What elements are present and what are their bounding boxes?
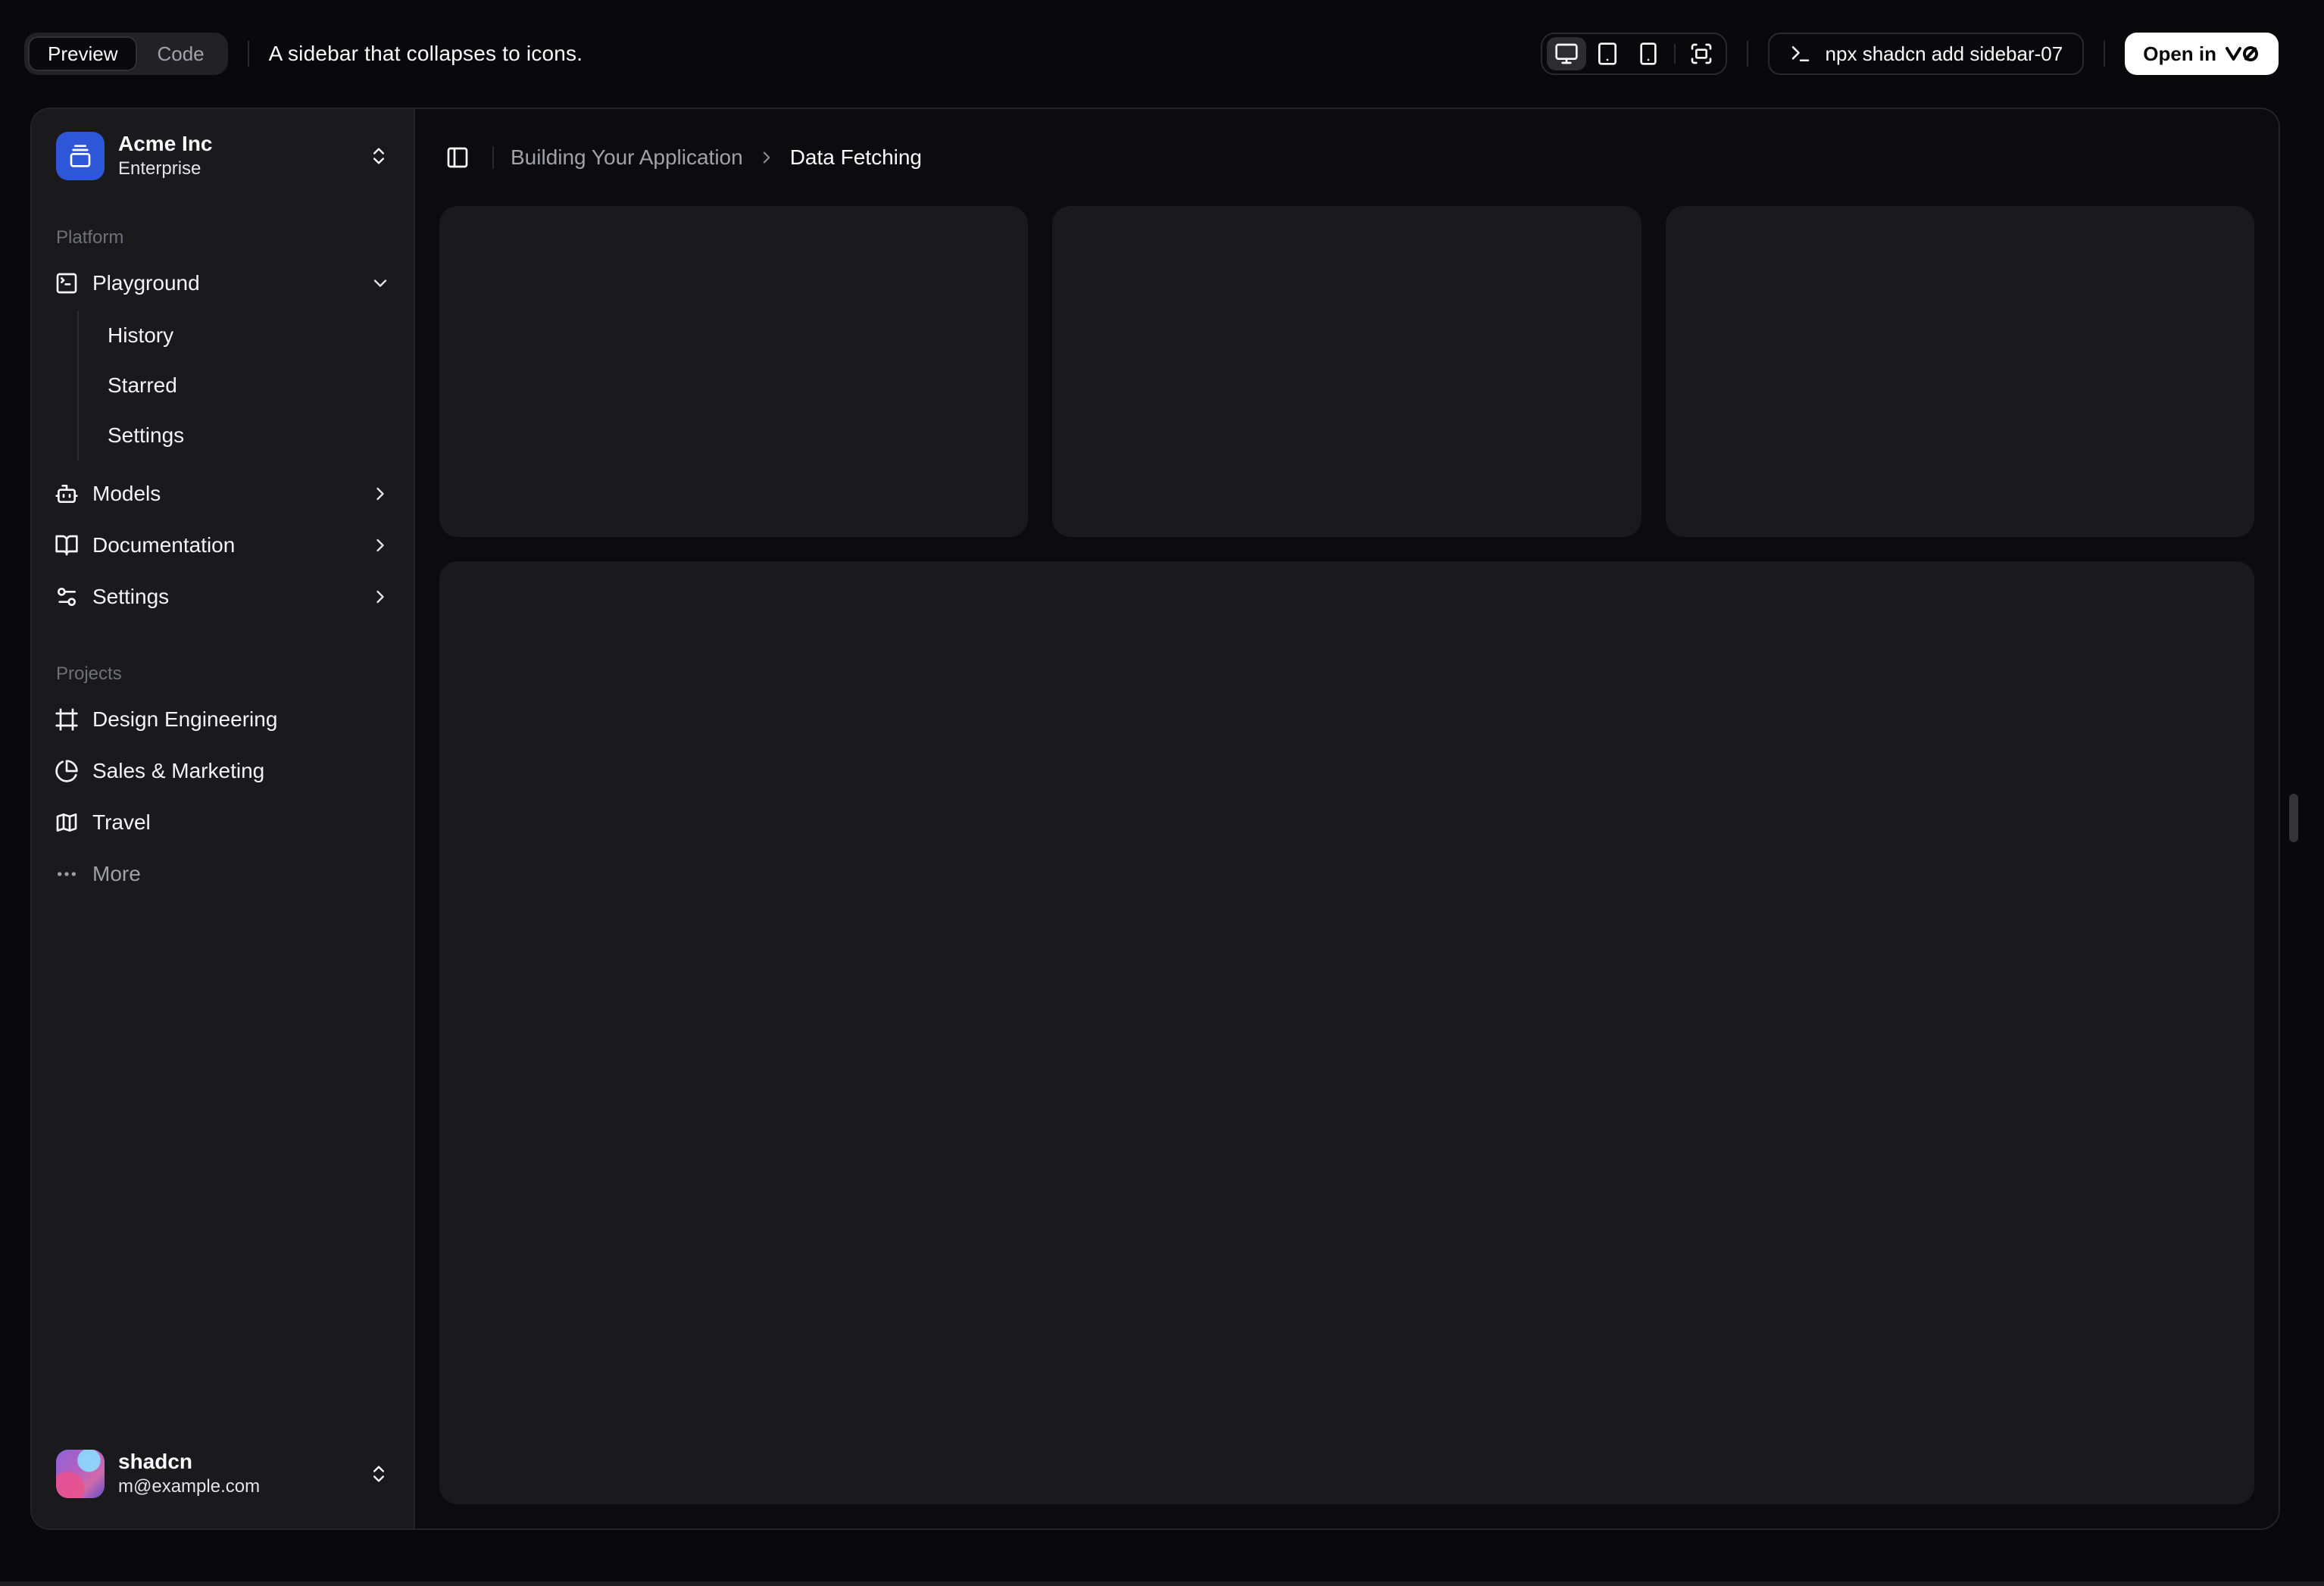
breadcrumb-parent-link[interactable]: Building Your Application bbox=[511, 145, 743, 170]
fullscreen-icon bbox=[1689, 42, 1713, 66]
toolbar: Preview Code A sidebar that collapses to… bbox=[0, 0, 2324, 108]
main-content: Building Your Application Data Fetching bbox=[415, 109, 2279, 1528]
panel-left-icon bbox=[445, 145, 470, 170]
tab-code[interactable]: Code bbox=[137, 36, 223, 71]
gallery-vertical-end-icon bbox=[68, 144, 92, 168]
sidebar-item-more[interactable]: More bbox=[44, 850, 401, 898]
breadcrumb-current-page: Data Fetching bbox=[789, 145, 923, 169]
sidebar-item-label: Playground bbox=[92, 271, 200, 295]
group-label-projects: Projects bbox=[56, 663, 122, 684]
tab-preview[interactable]: Preview bbox=[28, 36, 138, 71]
settings-icon bbox=[55, 585, 79, 609]
chevron-right-icon bbox=[370, 586, 391, 607]
block-preview-panel: Acme Inc Enterprise Platform Playground … bbox=[30, 108, 2280, 1530]
mobile-view-button[interactable] bbox=[1629, 37, 1668, 70]
header-divider bbox=[492, 146, 494, 169]
toolbar-divider bbox=[1746, 41, 1748, 67]
book-open-icon bbox=[55, 533, 79, 557]
user-menu[interactable]: shadcn m@example.com bbox=[44, 1441, 401, 1507]
placeholder-card bbox=[1052, 206, 1641, 538]
sidebar-item-travel[interactable]: Travel bbox=[44, 798, 401, 847]
fullscreen-button[interactable] bbox=[1682, 37, 1721, 70]
smartphone-icon bbox=[1636, 42, 1660, 66]
chevrons-up-down-icon bbox=[368, 145, 389, 167]
breadcrumb: Building Your Application Data Fetching bbox=[511, 145, 922, 170]
sidebar-footer: shadcn m@example.com bbox=[44, 1441, 401, 1507]
chevron-down-icon bbox=[370, 273, 391, 294]
content-area bbox=[415, 206, 2279, 1528]
tablet-view-button[interactable] bbox=[1588, 37, 1627, 70]
content-header: Building Your Application Data Fetching bbox=[415, 109, 2279, 206]
sidebar-toggle-button[interactable] bbox=[439, 139, 476, 176]
sidebar-item-label: Documentation bbox=[92, 533, 236, 557]
sidebar-item-label: Models bbox=[92, 482, 161, 505]
install-command-text: npx shadcn add sidebar-07 bbox=[1825, 42, 2063, 65]
user-email: m@example.com bbox=[118, 1476, 261, 1497]
placeholder-card bbox=[1665, 206, 2254, 538]
toolbar-divider bbox=[247, 41, 249, 67]
device-group-divider bbox=[1673, 44, 1676, 64]
open-in-label: Open in bbox=[2143, 42, 2216, 65]
group-label-platform: Platform bbox=[56, 227, 124, 248]
team-name: Acme Inc bbox=[118, 132, 213, 156]
sidebar-item-label: Sales & Marketing bbox=[92, 759, 265, 782]
next-section-edge bbox=[0, 1581, 2324, 1586]
team-logo bbox=[56, 132, 105, 180]
sidebar-group-platform: Platform Playground History Starred Sett… bbox=[44, 217, 401, 623]
install-command-button[interactable]: npx shadcn add sidebar-07 bbox=[1767, 33, 2085, 75]
app-sidebar: Acme Inc Enterprise Platform Playground … bbox=[32, 109, 415, 1528]
frame-icon bbox=[55, 707, 79, 732]
chevron-right-icon bbox=[370, 483, 391, 504]
preview-resize-handle[interactable] bbox=[2289, 794, 2298, 842]
sidebar-subitem-starred[interactable]: Starred bbox=[95, 362, 401, 409]
device-size-toggle-group bbox=[1540, 33, 1727, 75]
sidebar-item-settings[interactable]: Settings bbox=[44, 573, 401, 621]
sidebar-item-label: More bbox=[92, 862, 141, 885]
v0-logo-icon bbox=[2226, 45, 2260, 63]
view-toggle-group: Preview Code bbox=[24, 33, 228, 75]
team-plan: Enterprise bbox=[118, 158, 201, 180]
user-name: shadcn bbox=[118, 1450, 193, 1474]
chevrons-up-down-icon bbox=[368, 1463, 389, 1485]
playground-submenu: History Starred Settings bbox=[77, 311, 401, 461]
sidebar-subitem-history[interactable]: History bbox=[95, 312, 401, 359]
placeholder-card bbox=[439, 206, 1029, 538]
ellipsis-icon bbox=[55, 862, 79, 886]
placeholder-panel bbox=[439, 561, 2254, 1504]
sidebar-item-label: Travel bbox=[92, 810, 151, 834]
open-in-v0-button[interactable]: Open in bbox=[2125, 33, 2279, 75]
sidebar-item-label: Design Engineering bbox=[92, 707, 278, 731]
map-icon bbox=[55, 810, 79, 835]
sidebar-item-sales-marketing[interactable]: Sales & Marketing bbox=[44, 747, 401, 795]
sidebar-item-playground[interactable]: Playground bbox=[44, 259, 401, 308]
pie-chart-icon bbox=[55, 759, 79, 783]
sidebar-item-label: Settings bbox=[92, 585, 170, 608]
desktop-view-button[interactable] bbox=[1546, 37, 1586, 70]
bot-icon bbox=[55, 482, 79, 506]
placeholder-card-row bbox=[439, 206, 2254, 538]
sidebar-item-documentation[interactable]: Documentation bbox=[44, 521, 401, 570]
sidebar-subitem-settings[interactable]: Settings bbox=[95, 412, 401, 459]
sidebar-group-projects: Projects Design Engineering Sales & Mark… bbox=[44, 653, 401, 900]
block-description: A sidebar that collapses to icons. bbox=[268, 42, 583, 65]
toolbar-divider bbox=[2104, 41, 2106, 67]
monitor-icon bbox=[1554, 42, 1579, 66]
team-switcher[interactable]: Acme Inc Enterprise bbox=[44, 121, 401, 191]
user-avatar bbox=[56, 1450, 105, 1498]
sidebar-item-design-engineering[interactable]: Design Engineering bbox=[44, 695, 401, 744]
chevron-right-icon bbox=[370, 535, 391, 556]
chevron-right-icon bbox=[757, 148, 776, 167]
square-terminal-icon bbox=[55, 271, 79, 295]
terminal-icon bbox=[1789, 42, 1812, 65]
tablet-icon bbox=[1595, 42, 1620, 66]
sidebar-item-models[interactable]: Models bbox=[44, 470, 401, 518]
